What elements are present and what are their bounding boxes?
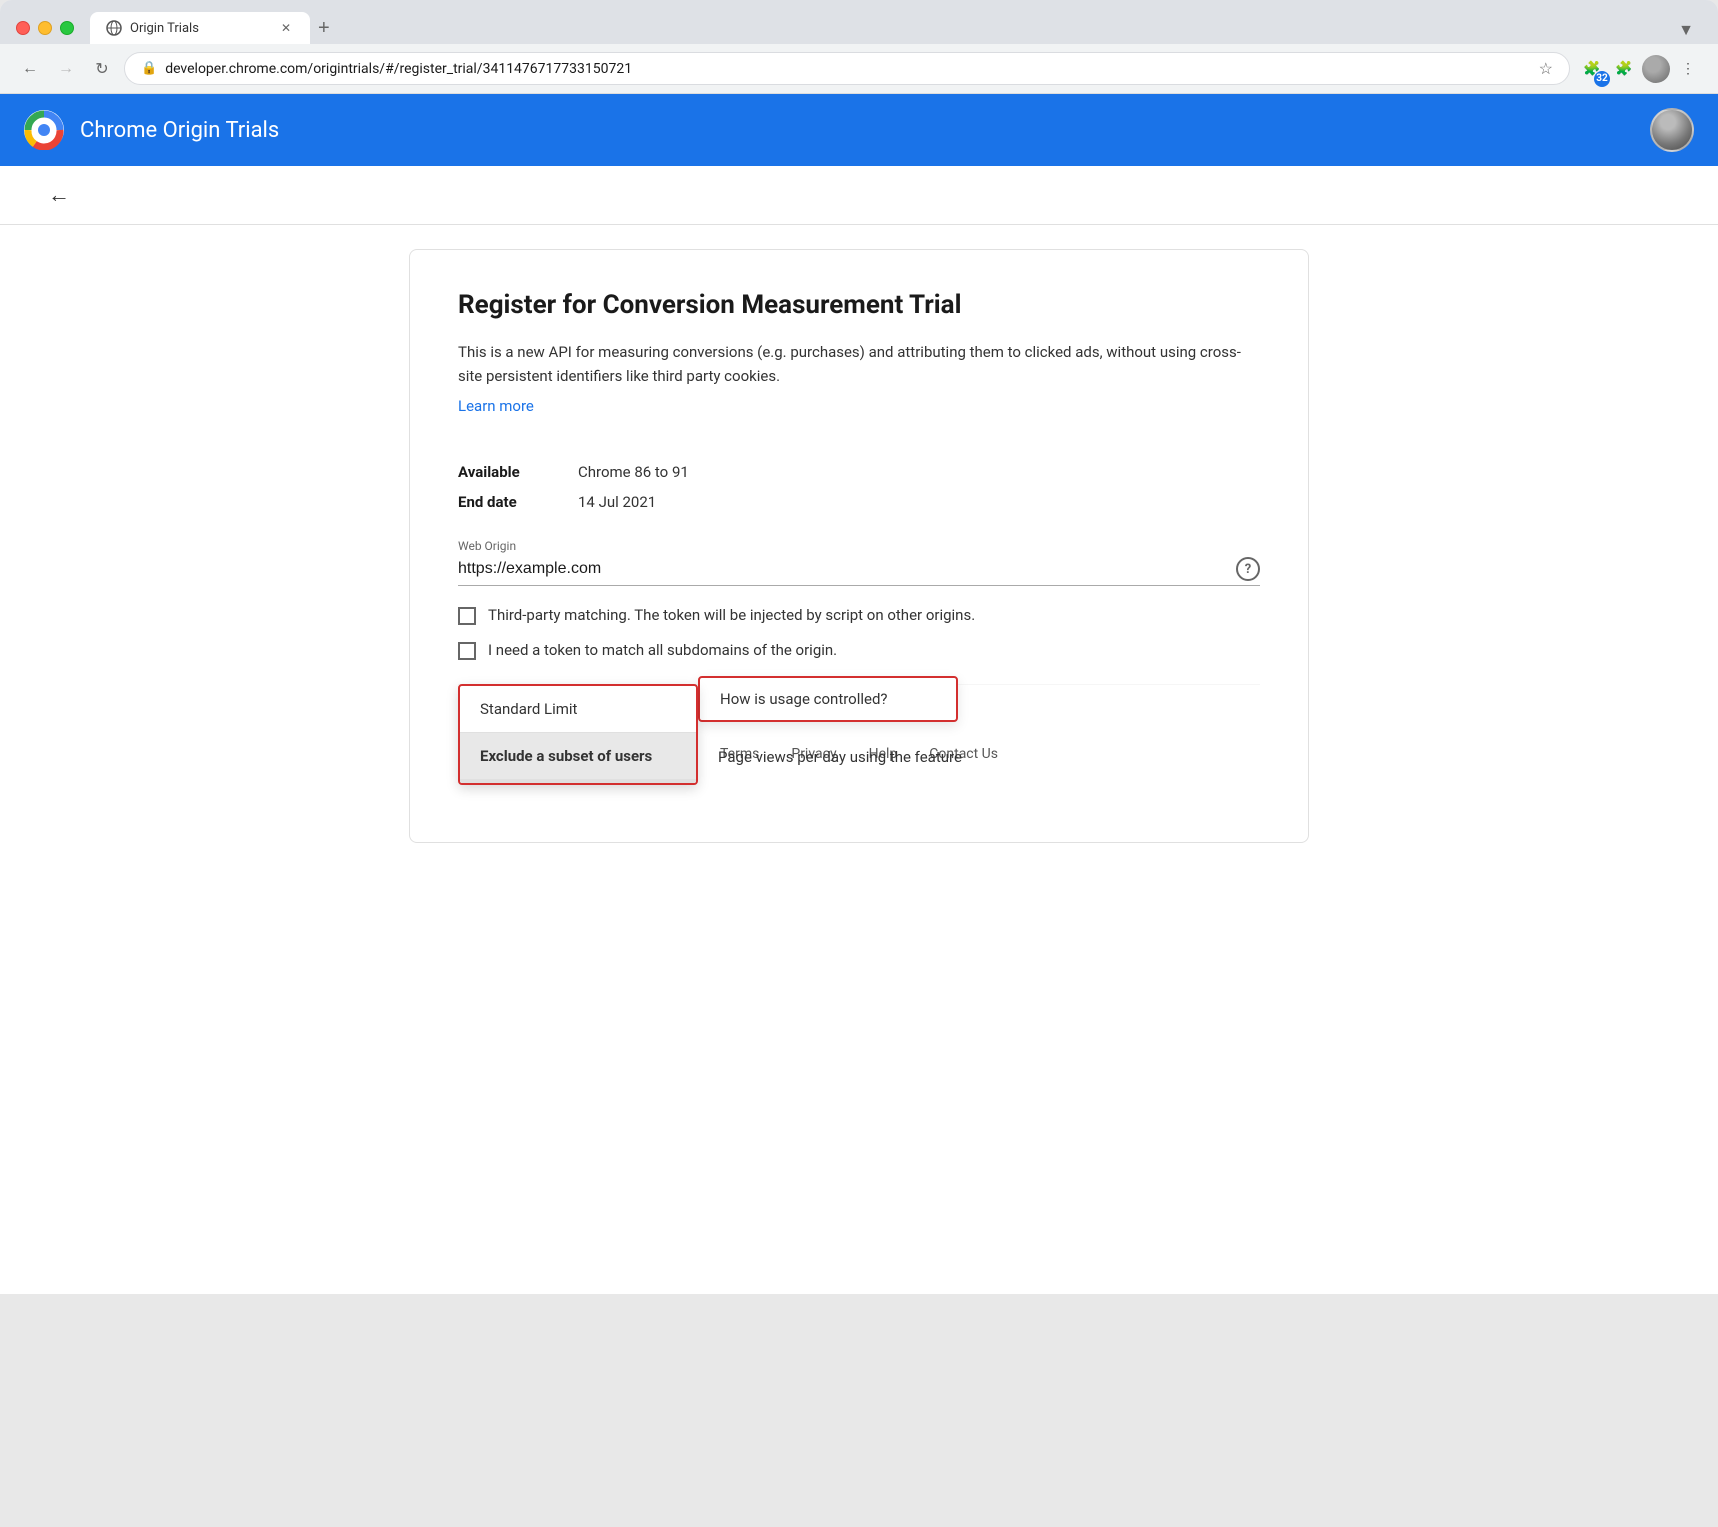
card-description: This is a new API for measuring conversi… [458,340,1260,388]
close-traffic-light[interactable] [16,21,30,35]
forward-button[interactable]: → [52,55,80,83]
help-icon[interactable]: ? [1236,557,1260,581]
info-table: Available Chrome 86 to 91 End date 14 Ju… [458,463,1260,511]
dropdown-popup: Standard Limit Exclude a subset of users [458,684,698,785]
third-party-checkbox[interactable] [458,607,476,625]
chrome-logo-icon [24,110,64,150]
traffic-lights [16,21,74,35]
app-header: Chrome Origin Trials [0,94,1718,166]
reload-button[interactable]: ↻ [88,55,116,83]
subdomain-checkbox-row: I need a token to match all subdomains o… [458,641,1260,660]
web-origin-label: Web Origin [458,539,1260,553]
page-content: Chrome Origin Trials ← Register for Conv… [0,94,1718,1294]
extensions-button[interactable]: 🧩 32 [1578,55,1606,83]
web-origin-input[interactable] [458,560,1236,578]
browser-titlebar: Origin Trials ✕ + ▼ [0,0,1718,44]
tab-title: Origin Trials [130,21,270,36]
extensions-count: 32 [1594,71,1610,87]
standard-limit-option[interactable]: Standard Limit [460,686,696,733]
browser-toolbar-right: 🧩 32 🧩 ⋮ [1578,55,1702,83]
main-card: Register for Conversion Measurement Tria… [409,249,1309,843]
page-title: Register for Conversion Measurement Tria… [458,290,1260,320]
bookmark-icon[interactable]: ☆ [1539,59,1553,78]
third-party-checkbox-row: Third-party matching. The token will be … [458,606,1260,625]
minimize-traffic-light[interactable] [38,21,52,35]
lock-icon: 🔒 [141,61,157,76]
subdomain-checkbox[interactable] [458,642,476,660]
subdomain-label: I need a token to match all subdomains o… [488,641,837,659]
url-bar[interactable]: 🔒 developer.chrome.com/origintrials/#/re… [124,52,1570,85]
learn-more-link[interactable]: Learn more [458,397,534,415]
available-row: Available Chrome 86 to 91 [458,463,1260,481]
third-party-label: Third-party matching. The token will be … [488,606,975,624]
how-usage-controlled-box: How is usage controlled? [698,676,958,722]
address-bar: ← → ↻ 🔒 developer.chrome.com/origintrial… [0,44,1718,94]
url-text: developer.chrome.com/origintrials/#/regi… [165,61,1530,77]
end-date-label: End date [458,493,578,511]
available-label: Available [458,463,578,481]
how-usage-label: How is usage controlled? [720,690,888,708]
user-avatar[interactable] [1642,55,1670,83]
tab-close-button[interactable]: ✕ [278,20,294,36]
dropdown-section: Usage limit Standard Limit Exclude a sub… [458,684,1260,714]
end-date-value: 14 Jul 2021 [578,493,656,511]
tab-overflow-button[interactable]: ▼ [1670,16,1702,44]
fullscreen-traffic-light[interactable] [60,21,74,35]
web-origin-group: Web Origin ? [458,539,1260,586]
app-title: Chrome Origin Trials [80,118,279,143]
sub-header: ← [0,166,1718,225]
web-origin-input-row: ? [458,557,1260,586]
new-tab-button[interactable]: + [310,13,338,44]
active-tab[interactable]: Origin Trials ✕ [90,12,310,44]
menu-button[interactable]: ⋮ [1674,55,1702,83]
header-user-avatar[interactable] [1650,108,1694,152]
exclude-users-option[interactable]: Exclude a subset of users [460,733,696,779]
page-views-label: Page views per day using the feature [718,748,962,766]
page-views-row: Page views per day using the feature [698,736,982,778]
browser-frame: Origin Trials ✕ + ▼ ← → ↻ 🔒 developer.ch… [0,0,1718,1294]
tab-favicon-icon [106,20,122,36]
back-navigation-button[interactable]: ← [48,182,70,208]
end-date-row: End date 14 Jul 2021 [458,493,1260,511]
back-button[interactable]: ← [16,55,44,83]
puzzle-icon-button[interactable]: 🧩 [1610,55,1638,83]
tab-bar: Origin Trials ✕ + ▼ [90,12,1702,44]
app-header-left: Chrome Origin Trials [24,110,279,150]
available-value: Chrome 86 to 91 [578,463,689,481]
